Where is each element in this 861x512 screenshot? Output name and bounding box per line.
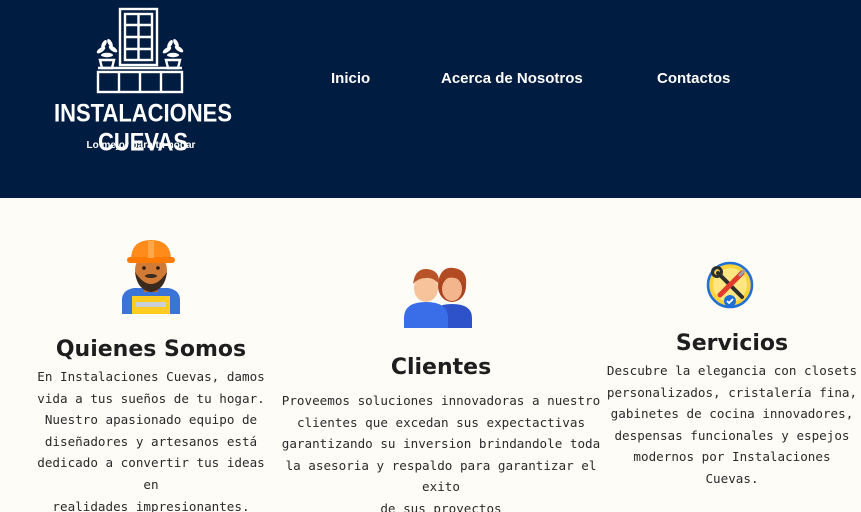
card-text-line: garantizando su inversion brindandole to… [281, 436, 601, 452]
card-text-line: despensas funcionales y espejos [614, 427, 850, 443]
window-cabinet-plants-logo-icon [96, 7, 184, 94]
brand-tagline: Lo mejor para tu hogar [86, 140, 196, 151]
card-text-line: Cuevas. [705, 470, 759, 486]
card-description: En Instalaciones Cuevas, damos vida a tu… [28, 366, 274, 512]
card-text-line: vida a tus sueños de tu hogar. [37, 390, 265, 406]
card-text-line: En Instalaciones Cuevas, damos [37, 369, 265, 384]
card-description: Proveemos soluciones innovadoras a nuest… [274, 390, 608, 512]
card-text-line: clientes que excedan sus expectactivas [296, 414, 586, 430]
nav-acerca-de-nosotros[interactable]: Acerca de Nosotros [441, 70, 583, 87]
card-text-line: personalizados, cristalería fina, [606, 384, 858, 400]
card-text-line: modernos por Instalaciones [633, 449, 831, 465]
card-text-line: Proveemos soluciones innovadoras a nuest… [281, 393, 601, 408]
site-header: INSTALACIONES CUEVAS Lo mejor para tu ho… [0, 0, 861, 198]
logo[interactable]: INSTALACIONES CUEVAS Lo mejor para tu ho… [28, 6, 258, 156]
card-title: Clientes [390, 355, 492, 380]
card-text-line: la asesoria y respaldo para garantizar e… [285, 457, 597, 495]
nav-inicio[interactable]: Inicio [331, 70, 370, 87]
card-text-line: dedicado a convertir tus ideas en [37, 455, 265, 492]
card-servicios: Servicios Descubre la elegancia con clos… [606, 331, 858, 490]
construction-worker-icon [122, 240, 180, 314]
card-description: Descubre la elegancia con closets person… [606, 360, 858, 490]
card-text-line: realidades impresionantes. [52, 498, 250, 512]
card-text-line: Descubre la elegancia con closets [606, 363, 858, 378]
card-text-line: Nuestro apasionado equipo de [44, 412, 258, 428]
card-title: Servicios [675, 331, 789, 356]
two-people-icon [404, 267, 472, 328]
card-quienes-somos: Quienes Somos En Instalaciones Cuevas, d… [28, 337, 274, 512]
nav-contactos[interactable]: Contactos [657, 70, 730, 87]
card-clientes: Clientes Proveemos soluciones innovadora… [274, 355, 608, 512]
card-title: Quienes Somos [55, 337, 247, 362]
card-text-line: gabinetes de cocina innovadores, [610, 406, 854, 422]
card-text-line: de sus proyectos [380, 500, 502, 512]
card-text-line: diseñadores y artesanos está [44, 433, 258, 449]
tools-repair-icon [706, 261, 754, 309]
